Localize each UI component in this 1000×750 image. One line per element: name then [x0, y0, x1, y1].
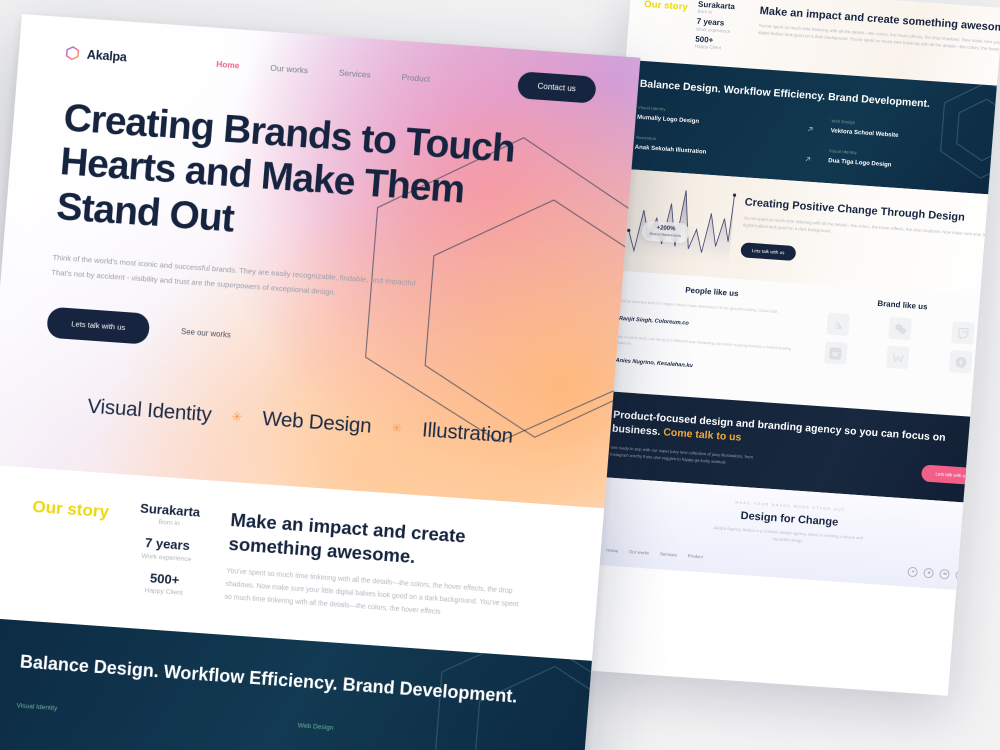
cta-button[interactable]: Lets talk with us: [920, 464, 983, 486]
testimonial: Social currency best if in region critic…: [618, 298, 801, 337]
see-our-works-button[interactable]: See our works: [181, 327, 231, 339]
instagram-icon[interactable]: [907, 566, 919, 577]
nav-item-our-works[interactable]: Our works: [270, 62, 309, 75]
cta-heading-plain: Product-focused design and branding agen…: [611, 408, 947, 445]
nav-item-product[interactable]: Product: [401, 71, 430, 83]
service-visual-identity[interactable]: Visual Identity: [87, 395, 213, 428]
asterisk-icon: ✳: [230, 408, 243, 425]
project-item[interactable]: Visual Identity Mumally Logo Design: [637, 105, 816, 134]
project-item[interactable]: Illustration Anak Sekolah Illustration: [634, 135, 813, 164]
people-column: People like us Social currency best if i…: [614, 281, 802, 388]
w-mark-icon: [886, 346, 911, 370]
nav-item-services[interactable]: Services: [339, 67, 372, 79]
service-illustration[interactable]: Illustration: [421, 418, 514, 448]
brands-column: Brand like us: [805, 295, 993, 402]
dribbble-icon[interactable]: [923, 567, 934, 578]
swift-icon: [826, 312, 850, 337]
chart-badge-label: Brand Awareness: [649, 230, 682, 239]
right-stat-item: 7 years Work experience: [696, 17, 749, 35]
services-row: Visual Identity ✳ Web Design ✳ Illustrat…: [0, 388, 610, 456]
stat-item: 500+ Happy Client: [124, 569, 204, 598]
project-item[interactable]: Visual Identity: [16, 702, 258, 726]
testimonial-text: We need to pivot, can we try it a differ…: [616, 334, 792, 352]
chart-badge: +200% Brand Awareness: [641, 220, 691, 244]
brand-logo-grid: [807, 312, 992, 375]
hero-heading: Creating Brands to Touch Hearts and Make…: [54, 96, 517, 241]
screenshot-stage: Our story Surakarta Born in 7 years Work…: [0, 0, 1000, 750]
cta-paragraph: Get ready to pop with our super juicy ne…: [609, 444, 754, 465]
footer-nav-item[interactable]: Product: [688, 553, 704, 559]
footer-nav-item[interactable]: Home: [606, 548, 618, 554]
project-name: Anak Sekolah Illustration: [634, 144, 707, 156]
cta-heading-accent: Come talk to us: [662, 426, 742, 444]
footer-nav-item[interactable]: Services: [660, 551, 677, 557]
hero-section: Akalpa Home Our works Services Product C…: [0, 14, 641, 509]
project-name: Mumally Logo Design: [636, 114, 700, 125]
behance-icon[interactable]: [939, 568, 950, 580]
testimonial-author: Anies Nugrino, Kesalahan.ku: [615, 357, 694, 370]
chart-svg: [626, 190, 737, 265]
right-stats-list: Surakarta Born in 7 years Work experienc…: [695, 0, 751, 53]
testimonial-author: Ranjit Singh, Coloreum.co: [618, 316, 689, 328]
lets-talk-button[interactable]: Lets talk with us: [46, 306, 151, 345]
vk-icon: [823, 341, 848, 366]
right-stat-item: 500+ Happy Client: [695, 34, 748, 52]
hexagon-gradient-icon: [65, 46, 80, 61]
project-name: Vektora School Website: [830, 128, 899, 139]
testimonial: We need to pivot, can we try it a differ…: [615, 334, 798, 379]
brand-logo[interactable]: Akalpa: [64, 45, 127, 64]
right-story-label: Our story: [643, 0, 689, 13]
website-preview-page-left: Akalpa Home Our works Services Product C…: [0, 14, 641, 750]
footer-nav: Home Our works Services Product: [606, 548, 703, 560]
footer-socials: [907, 566, 966, 581]
wechat-icon: [888, 317, 913, 341]
nav-item-home[interactable]: Home: [216, 58, 240, 70]
brand-name: Akalpa: [86, 47, 128, 64]
twitch-icon: [951, 321, 975, 346]
arrow-up-right-icon: [808, 127, 813, 132]
our-story-label: Our story: [31, 496, 110, 522]
asterisk-icon: ✳: [390, 420, 403, 436]
arrow-up-right-icon: [999, 170, 1000, 176]
arrow-up-right-icon: [805, 157, 811, 162]
footer-nav-item[interactable]: Our works: [629, 549, 649, 555]
project-name: Dua Tiga Logo Design: [828, 158, 892, 169]
website-preview-page-right: Our story Surakarta Born in 7 years Work…: [576, 0, 1000, 696]
bolt-circle-icon: [948, 350, 973, 375]
story-paragraph: You've spent so much time tinkering with…: [224, 568, 519, 616]
twitter-icon[interactable]: [955, 569, 966, 581]
hero-buttons: Lets talk with us See our works: [46, 306, 571, 375]
right-chart-cta-button[interactable]: Lets talk with us: [740, 241, 797, 261]
right-stat-item: Surakarta Born in: [697, 0, 750, 18]
brand-awareness-chart: +200% Brand Awareness: [624, 180, 738, 265]
service-web-design[interactable]: Web Design: [261, 407, 372, 439]
stat-item: Surakarta Born in: [130, 501, 210, 530]
hero-paragraph: Think of the world's most iconic and suc…: [51, 253, 419, 297]
project-category: Visual Identity: [16, 702, 58, 712]
story-heading: Make an impact and create something awes…: [227, 509, 467, 567]
stat-item: 7 years Work experience: [127, 535, 207, 564]
stats-list: Surakarta Born in 7 years Work experienc…: [124, 501, 209, 598]
